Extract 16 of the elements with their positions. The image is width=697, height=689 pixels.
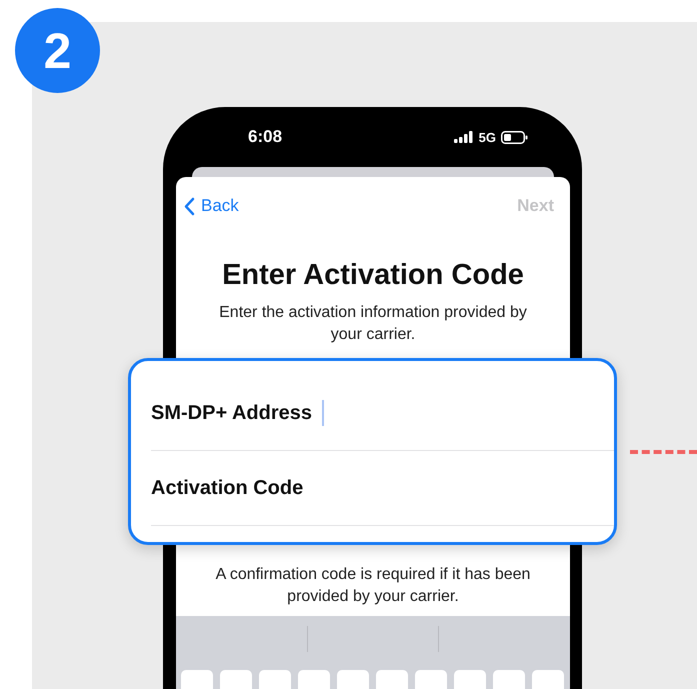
battery-icon (501, 130, 528, 144)
status-time: 6:08 (248, 127, 282, 147)
back-link[interactable]: Back (184, 196, 239, 216)
step-badge: 2 (15, 8, 100, 93)
input-field[interactable]: SM-DP+ Address (151, 376, 614, 451)
page-title: Enter Activation Code (222, 259, 524, 292)
field-label: SM-DP+ Address (151, 402, 312, 424)
text-cursor (322, 400, 324, 426)
page-subtitle: Enter the activation information provided by your carrier. (218, 303, 528, 345)
chevron-left-icon (184, 196, 195, 216)
network-label: 5G (478, 130, 496, 144)
footnote-text: A confirmation code is required if it has been provided by your carrier. (214, 565, 532, 607)
input-field[interactable]: Activation Code (151, 451, 614, 526)
field-label: Activation Code (151, 476, 304, 500)
signal-icon (454, 131, 474, 143)
dashed-connector (630, 450, 697, 454)
